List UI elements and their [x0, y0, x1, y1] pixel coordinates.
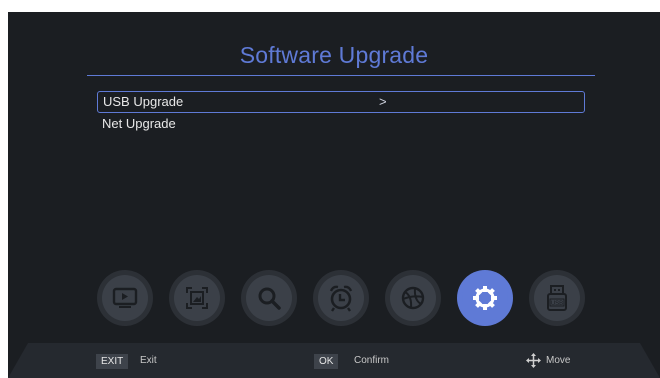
tv-screen: Software Upgrade USB Upgrade > Net Upgra…: [8, 12, 660, 378]
usb-icon[interactable]: USB: [529, 270, 585, 326]
gear-icon[interactable]: [457, 270, 513, 326]
upgrade-menu: USB Upgrade > Net Upgrade: [97, 91, 585, 135]
exit-key[interactable]: EXIT: [96, 354, 129, 369]
page-title: Software Upgrade: [239, 42, 429, 68]
icon-dock: USB: [8, 270, 660, 330]
exit-key-label: Exit: [140, 355, 157, 366]
alarm-clock-icon[interactable]: [313, 270, 369, 326]
move-arrows-icon: [526, 353, 541, 368]
tv-icon[interactable]: [97, 270, 153, 326]
ok-key[interactable]: OK: [314, 354, 339, 369]
footer-bar: EXIT Exit OK Confirm Move: [8, 343, 660, 378]
menu-item-usb-upgrade[interactable]: USB Upgrade >: [97, 91, 585, 113]
menu-item-label: Net Upgrade: [102, 116, 176, 131]
title-divider: [87, 75, 595, 76]
menu-item-net-upgrade[interactable]: Net Upgrade: [97, 113, 585, 135]
menu-item-label: USB Upgrade: [103, 94, 184, 109]
search-icon[interactable]: [241, 270, 297, 326]
ball-icon[interactable]: [385, 270, 441, 326]
usb-icon-label: USB: [551, 301, 563, 307]
ok-key-label: Confirm: [354, 355, 390, 366]
picture-icon[interactable]: [169, 270, 225, 326]
chevron-right-icon: >: [379, 94, 387, 109]
move-label: Move: [546, 355, 571, 366]
